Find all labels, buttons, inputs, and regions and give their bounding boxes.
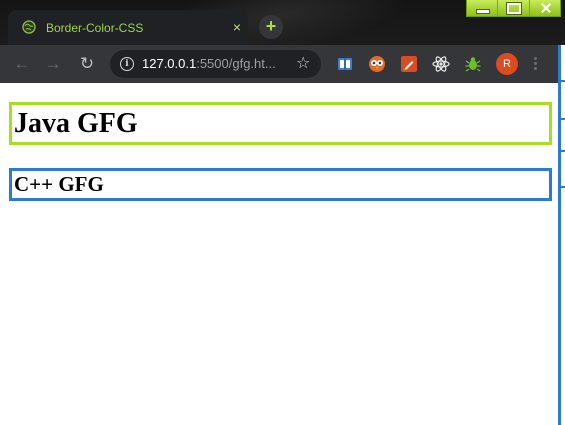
new-tab-button[interactable]: +: [259, 15, 283, 39]
tab-title: Border-Color-CSS: [46, 21, 144, 35]
minimize-button[interactable]: [467, 0, 499, 16]
heading-java-gfg: Java GFG: [9, 102, 552, 145]
owl-icon[interactable]: [368, 55, 386, 73]
pen-icon[interactable]: [400, 55, 418, 73]
profile-avatar[interactable]: R: [496, 53, 518, 75]
url-path: :5500/gfg.ht...: [196, 56, 276, 71]
tab-strip: Border-Color-CSS × +: [0, 0, 565, 45]
url-host: 127.0.0.1: [142, 56, 197, 71]
browser-window: Border-Color-CSS × + ← → ↻ i 127.0.0.1:5…: [0, 0, 565, 425]
bug-icon[interactable]: [464, 55, 482, 73]
forward-button[interactable]: →: [42, 53, 64, 75]
close-tab-icon[interactable]: ×: [228, 18, 246, 36]
heading-cpp-gfg: C++ GFG: [9, 168, 552, 201]
browser-toolbar: ← → ↻ i 127.0.0.1:5500/gfg.ht... ☆ R: [0, 45, 565, 83]
window-controls: [466, 0, 561, 17]
edge-tick: [561, 150, 565, 152]
back-button[interactable]: ←: [11, 53, 33, 75]
maximize-button[interactable]: [498, 0, 530, 16]
edge-tick: [561, 186, 565, 188]
address-bar[interactable]: i 127.0.0.1:5500/gfg.ht... ☆: [110, 50, 321, 78]
react-atom-icon[interactable]: [432, 55, 450, 73]
reload-button[interactable]: ↻: [76, 53, 98, 75]
window-edge-outer: [561, 45, 565, 425]
page-viewport: Java GFG C++ GFG: [0, 83, 558, 425]
close-window-button[interactable]: [530, 0, 560, 16]
browser-menu-icon[interactable]: [531, 55, 539, 73]
bookmark-star-icon[interactable]: ☆: [296, 54, 310, 74]
edge-tick: [561, 118, 565, 120]
book-icon[interactable]: [336, 55, 354, 73]
tab-border-color-css[interactable]: Border-Color-CSS ×: [8, 10, 248, 45]
globe-icon: [22, 20, 36, 34]
site-info-icon[interactable]: i: [120, 57, 134, 71]
url-text[interactable]: 127.0.0.1:5500/gfg.ht...: [142, 56, 276, 72]
edge-tick: [561, 80, 565, 82]
